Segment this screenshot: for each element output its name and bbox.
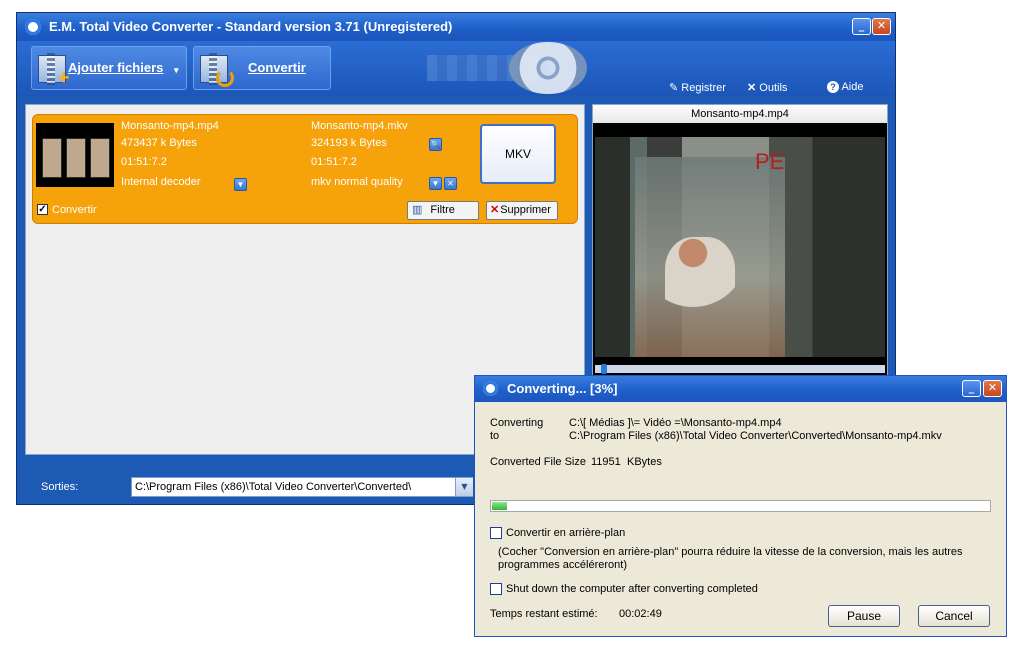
delete-label: Supprimer [500,204,551,216]
delete-button[interactable]: ✕Supprimer [486,201,558,220]
app-logo-icon [25,19,41,35]
app-logo-icon [483,381,498,396]
source-decoder: Internal decoder [121,176,201,188]
converting-label: Converting [490,417,544,429]
progress-fill [492,502,507,510]
preview-frame-person [665,237,735,317]
filter-label: Filtre [430,204,455,216]
shutdown-checkbox-label: Shut down the computer after converting … [506,583,758,595]
tools-label: Outils [759,82,788,94]
target-duration: 01:51:7.2 [311,156,357,168]
preview-frame-sign: PE [755,149,785,174]
convert-button[interactable]: Convertir [193,46,331,90]
delete-icon: ✕ [490,204,500,216]
target-file-size: 324193 k Bytes [311,137,387,149]
file-size-label: Converted File Size [490,456,586,468]
filter-icon: ▥ [412,204,423,216]
quality-dropdown-icon[interactable]: ▼ [429,177,442,190]
film-reel-icon [509,42,587,94]
register-icon: ✎ [669,82,682,94]
file-size-value: 11951 [591,456,621,468]
converting-titlebar[interactable]: Converting... [3%] _ ✕ [475,376,1006,402]
file-item[interactable]: Monsanto-mp4.mp4 473437 k Bytes 01:51:7.… [32,114,578,224]
background-checkbox[interactable] [490,527,502,539]
main-titlebar[interactable]: E.M. Total Video Converter - Standard ve… [17,13,895,41]
dialog-minimize-button[interactable]: _ [962,380,981,397]
to-label: to [490,430,500,442]
source-file-size: 473437 k Bytes [121,137,197,149]
format-mkv-button[interactable]: MKV [480,124,556,184]
minimize-button[interactable]: _ [852,18,871,35]
chevron-down-icon[interactable]: ▾ [174,65,179,76]
target-file-name: Monsanto-mp4.mkv [311,120,408,132]
time-left-label: Temps restant estimé: [490,608,598,620]
convert-checkbox-label: Convertir [52,204,97,216]
add-files-button[interactable]: + Ajouter fichiers ▾ [31,46,187,90]
preview-panel: Monsanto-mp4.mp4 PE [592,104,888,384]
help-icon: ? [827,81,839,93]
converting-title: Converting... [3%] [507,381,618,396]
register-link[interactable]: ✎ Registrer [669,81,726,94]
tools-link[interactable]: ✕ Outils [747,81,787,94]
toolbar: + Ajouter fichiers ▾ Convertir ✎ Registr… [17,41,895,96]
dialog-close-button[interactable]: ✕ [983,380,1002,397]
close-button[interactable]: ✕ [872,18,891,35]
time-left-value: 00:02:49 [619,608,662,620]
background-note: (Cocher "Conversion en arrière-plan" pou… [498,546,963,571]
filter-button[interactable]: ▥ Filtre [407,201,479,220]
preview-seek-bar[interactable] [595,365,885,373]
register-label: Registrer [681,82,726,94]
decoder-dropdown-icon[interactable]: ▼ [234,178,247,191]
convert-checkbox[interactable]: ✓ [37,204,48,215]
convert-label: Convertir [248,60,306,75]
target-path: C:\Program Files (x86)\Total Video Conve… [569,430,942,442]
source-duration: 01:51:7.2 [121,156,167,168]
source-file-name: Monsanto-mp4.mp4 [121,120,219,132]
file-size-unit: KBytes [627,456,662,468]
help-label: Aide [841,81,864,93]
output-label: Sorties: [41,481,79,493]
help-link[interactable]: ? Aide [827,81,863,93]
preview-title: Monsanto-mp4.mp4 [593,105,887,123]
preview-video-frame: PE [595,137,885,357]
tools-icon: ✕ [747,82,760,94]
source-path: C:\[ Médias ]\= Vidéo =\Monsanto-mp4.mp4 [569,417,782,429]
preview-seek-thumb[interactable] [600,364,607,374]
window-title: E.M. Total Video Converter - Standard ve… [49,19,453,34]
background-checkbox-label: Convertir en arrière-plan [506,527,626,539]
conversion-progress-bar [490,500,991,512]
search-icon[interactable]: 🔍 [429,138,442,151]
shutdown-checkbox[interactable] [490,583,502,595]
target-quality: mkv normal quality [311,176,403,188]
output-path-field[interactable]: C:\Program Files (x86)\Total Video Conve… [131,477,473,497]
output-dropdown-icon[interactable]: ▼ [455,478,473,496]
refresh-icon [216,69,234,87]
quality-settings-icon[interactable]: ✕ [444,177,457,190]
add-files-label: Ajouter fichiers [68,60,164,75]
cancel-button[interactable]: Cancel [918,605,990,627]
file-thumbnail [36,123,114,187]
pause-button[interactable]: Pause [828,605,900,627]
converting-dialog: Converting... [3%] _ ✕ Converting to C:\… [474,375,1007,637]
